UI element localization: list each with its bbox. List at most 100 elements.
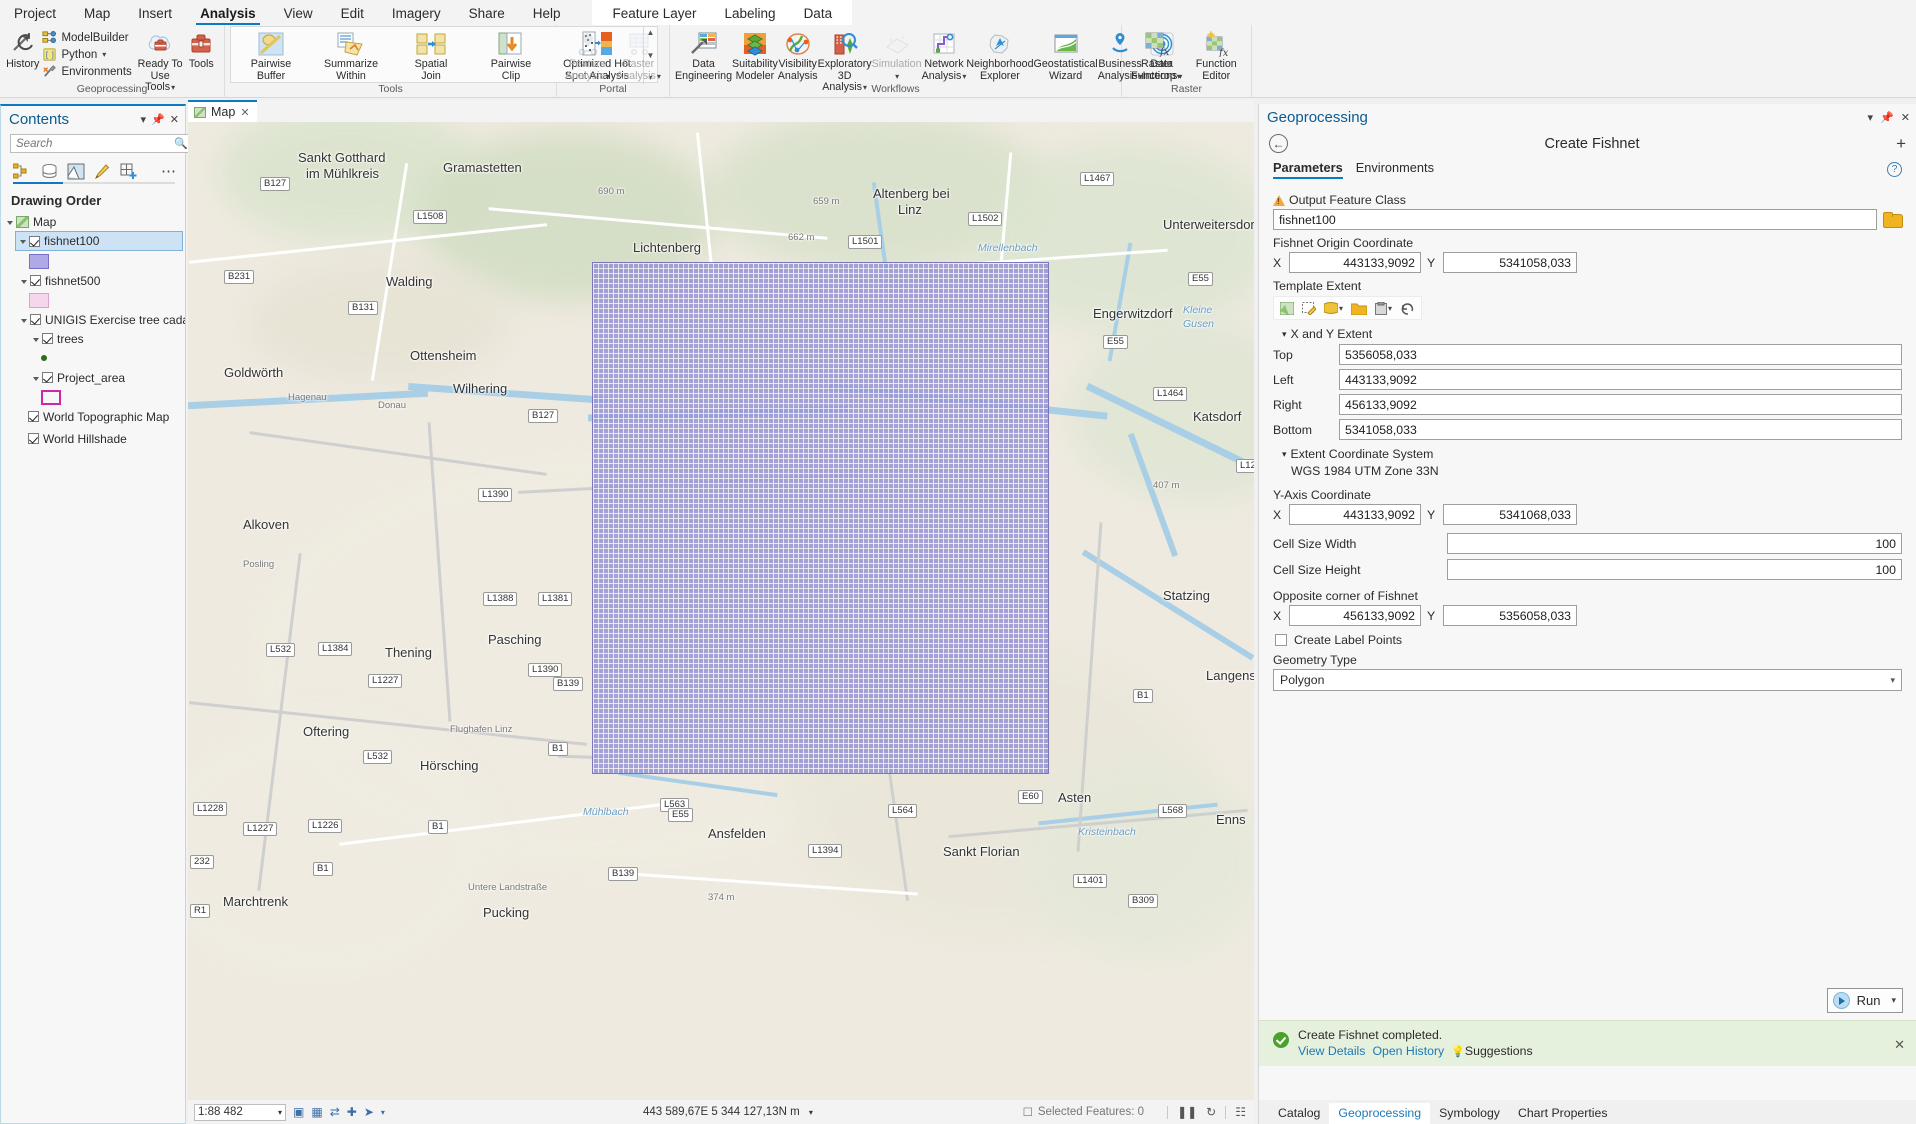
function-editor-button[interactable]: fx Function Editor — [1187, 27, 1247, 82]
ribbon-tab-map[interactable]: Map — [70, 3, 124, 25]
draw-extent-icon[interactable] — [1302, 302, 1316, 315]
list-by-editing-icon[interactable] — [94, 163, 111, 180]
chevron-down-icon[interactable]: ▾ — [606, 72, 610, 81]
extent-bottom-input[interactable]: 5341058,033 — [1339, 419, 1902, 440]
layer-visibility-checkbox[interactable] — [42, 372, 53, 383]
expand-arrow-icon[interactable] — [21, 280, 27, 284]
close-icon[interactable]: ✕ — [1901, 111, 1910, 124]
layer-visibility-checkbox[interactable] — [30, 275, 41, 286]
expand-arrow-icon[interactable] — [33, 338, 39, 342]
close-icon[interactable]: ✕ — [1894, 1037, 1905, 1053]
ribbon-tab-imagery[interactable]: Imagery — [378, 3, 455, 25]
layer-visibility-checkbox[interactable] — [30, 314, 41, 325]
map-tab[interactable]: Map ✕ — [188, 100, 257, 122]
pin-icon[interactable]: 📌 — [151, 113, 165, 126]
help-icon[interactable]: ? — [1887, 162, 1902, 177]
ribbon-tab-insert[interactable]: Insert — [124, 3, 186, 25]
list-by-selection-icon[interactable] — [67, 163, 85, 180]
open-history-link[interactable]: Open History — [1372, 1044, 1444, 1058]
network-analysis-button[interactable]: Network Analysis▾ — [922, 27, 967, 82]
fishnet-origin-y-input[interactable]: 5341058,033 — [1443, 252, 1577, 273]
chevron-down-icon[interactable]: ▾ — [141, 113, 147, 126]
layer-row-fishnet100[interactable]: fishnet100 — [15, 231, 183, 251]
ribbon-tab-project[interactable]: Project — [0, 3, 70, 25]
ribbon-tab-help[interactable]: Help — [519, 3, 575, 25]
chevron-down-icon[interactable]: ▾ — [278, 1108, 282, 1117]
view-details-link[interactable]: View Details — [1298, 1044, 1365, 1058]
layer-row-world-topographic-map[interactable]: World Topographic Map — [1, 407, 185, 426]
tab-chart-properties[interactable]: Chart Properties — [1509, 1103, 1617, 1124]
map-canvas[interactable]: Sankt Gotthardim MühlkreisGramastettenAl… — [188, 122, 1254, 1100]
raster-functions-button[interactable]: fx Raster Functions▾ — [1127, 27, 1187, 82]
chevron-down-icon[interactable]: ▾ — [1339, 304, 1343, 313]
tool-spatial-join[interactable]: Spatial Join — [391, 27, 471, 82]
current-display-extent-icon[interactable] — [1280, 302, 1294, 315]
browse-extent-icon[interactable] — [1351, 302, 1367, 315]
create-label-points-row[interactable]: Create Label Points — [1275, 633, 1902, 647]
layer-row-trees[interactable]: trees — [1, 329, 185, 348]
search-icon[interactable]: 🔍 — [174, 137, 188, 150]
point-symbol[interactable] — [41, 355, 47, 361]
suitability-modeler-button[interactable]: Suitability Modeler — [732, 27, 778, 82]
ribbon-tab-share[interactable]: Share — [455, 3, 519, 25]
environments-button[interactable]: Environments — [40, 63, 136, 80]
run-button[interactable]: Run ▾ — [1827, 988, 1903, 1013]
chevron-down-icon[interactable]: ▾ — [1178, 72, 1182, 81]
tab-parameters[interactable]: Parameters — [1273, 160, 1343, 179]
y-axis-x-input[interactable]: 443133,9092 — [1289, 504, 1421, 525]
ribbon-tab-edit[interactable]: Edit — [327, 3, 378, 25]
locate-icon[interactable]: ✚ — [347, 1105, 357, 1119]
contents-search-box[interactable]: 🔍 ▾ — [10, 134, 199, 153]
suggestions-link[interactable]: 💡Suggestions — [1451, 1044, 1532, 1058]
list-by-drawing-order-icon[interactable] — [13, 163, 32, 180]
xy-extent-section-toggle[interactable]: ▾ X and Y Extent — [1282, 327, 1902, 341]
layer-row-unigis-exercise-tree-cadastre[interactable]: UNIGIS Exercise tree cadastre — [1, 310, 185, 329]
chevron-down-icon[interactable]: ▾ — [895, 72, 899, 81]
layer-visibility-checkbox[interactable] — [28, 411, 39, 422]
paste-extent-icon[interactable]: ▾ — [1375, 302, 1392, 315]
geostatistical-wizard-button[interactable]: Geostatistical Wizard — [1034, 27, 1098, 82]
tab-geoprocessing[interactable]: Geoprocessing — [1329, 1103, 1430, 1124]
back-button[interactable]: ← — [1269, 134, 1288, 153]
search-input[interactable] — [14, 137, 174, 151]
layer-row-project-area[interactable]: Project_area — [1, 368, 185, 387]
ribbon-tab-feature-layer[interactable]: Feature Layer — [598, 3, 710, 25]
chevron-down-icon[interactable]: ▾ — [1388, 304, 1392, 313]
geometry-type-select[interactable]: Polygon ▾ — [1273, 669, 1902, 691]
expand-arrow-icon[interactable] — [7, 221, 13, 225]
extent-top-input[interactable]: 5356058,033 — [1339, 344, 1902, 365]
layer-row-world-hillshade[interactable]: World Hillshade — [1, 429, 185, 448]
ribbon-tab-labeling[interactable]: Labeling — [711, 3, 790, 25]
feature-analysis-button[interactable]: Feature Analysis▾ — [562, 27, 613, 82]
ribbon-tab-view[interactable]: View — [270, 3, 327, 25]
chevron-down-icon[interactable]: ▾ — [102, 50, 106, 59]
extent-of-layer-icon[interactable]: ▾ — [1324, 302, 1343, 314]
fishnet100-layer-graphic[interactable] — [592, 262, 1049, 774]
close-icon[interactable]: ✕ — [240, 106, 249, 119]
create-label-points-checkbox[interactable] — [1275, 634, 1287, 646]
simulation-button[interactable]: Simulation ▾ — [872, 27, 922, 82]
python-button[interactable]: [ ] Python ▾ — [40, 46, 136, 63]
extent-right-input[interactable]: 456133,9092 — [1339, 394, 1902, 415]
reset-extent-icon[interactable] — [1400, 302, 1415, 315]
cell-size-height-input[interactable]: 100 — [1447, 559, 1902, 580]
layer-visibility-checkbox[interactable] — [42, 333, 53, 344]
symbol-swatch[interactable] — [41, 390, 61, 405]
navigate-icon[interactable]: ➤ — [364, 1105, 374, 1119]
layer-visibility-checkbox[interactable] — [29, 236, 40, 247]
layer-row-fishnet500[interactable]: fishnet500 — [1, 271, 185, 290]
chevron-down-icon[interactable]: ▾ — [1891, 995, 1896, 1006]
fishnet-origin-x-input[interactable]: 443133,9092 — [1289, 252, 1421, 273]
neighborhood-explorer-button[interactable]: Neighborhood Explorer — [966, 27, 1033, 82]
more-options-icon[interactable]: ⋯ — [161, 162, 177, 180]
extent-left-input[interactable]: 443133,9092 — [1339, 369, 1902, 390]
tool-pairwise-clip[interactable]: Pairwise Clip — [471, 27, 551, 82]
extent-cs-section-toggle[interactable]: ▾ Extent Coordinate System — [1282, 447, 1902, 461]
pause-drawing-icon[interactable]: ❚❚ — [1177, 1105, 1197, 1119]
ribbon-tab-analysis[interactable]: Analysis — [186, 3, 270, 25]
expand-arrow-icon[interactable] — [33, 377, 39, 381]
raster-analysis-button[interactable]: Raster Analysis▾ — [613, 27, 664, 82]
chevron-down-icon[interactable]: ▾ — [381, 1108, 385, 1117]
output-feature-class-input[interactable]: fishnet100 — [1273, 209, 1877, 230]
chevron-down-icon[interactable]: ▾ — [1868, 111, 1874, 124]
